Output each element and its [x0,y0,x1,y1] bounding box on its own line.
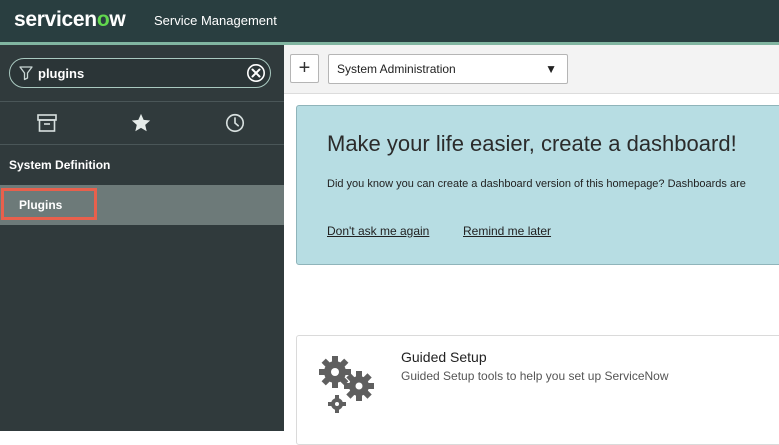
navigator-tabs [0,101,284,145]
tab-history[interactable] [188,102,282,144]
module-plugins[interactable]: Plugins [0,185,284,225]
clear-search-icon[interactable] [246,63,266,83]
banner-text: Did you know you can create a dashboard … [327,178,746,190]
archive-icon [37,114,57,132]
module-plugins-label: Plugins [19,198,63,212]
navigator-search [9,58,271,88]
logo-text-o: o [96,8,110,31]
logo-text-pre: servicen [14,8,97,31]
tab-favorites[interactable] [94,102,188,144]
create-dashboard-banner: Make your life easier, create a dashboar… [296,105,779,265]
dashboard-select[interactable]: System Administration ▼ [328,54,568,84]
add-button[interactable]: + [290,54,319,83]
guided-setup-card[interactable]: Guided Setup Guided Setup tools to help … [296,335,779,445]
banner-title: Make your life easier, create a dashboar… [327,131,737,156]
caret-down-icon: ▼ [545,62,557,76]
dont-ask-again-link[interactable]: Don't ask me again [327,224,429,238]
filter-icon [19,66,33,81]
guided-setup-description: Guided Setup tools to help you set up Se… [401,369,669,383]
history-clock-icon [225,113,245,133]
logo-text-post: w [109,8,126,31]
remind-later-link[interactable]: Remind me later [463,224,551,238]
dashboard-toolbar: + System Administration ▼ [284,45,779,94]
main-content: + System Administration ▼ Make your life… [284,45,779,445]
star-icon [131,113,151,132]
application-navigator: System Definition Plugins [0,45,284,431]
servicenow-logo[interactable]: servicenow [14,8,126,32]
dashboard-select-value: System Administration [337,62,456,76]
product-name: Service Management [154,13,277,28]
application-system-definition[interactable]: System Definition [0,145,284,185]
gears-icon [319,356,374,413]
navigator-filter-input[interactable] [38,63,238,83]
tab-all-applications[interactable] [0,102,94,144]
guided-setup-title: Guided Setup [401,349,487,365]
top-header: servicenow Service Management [0,0,779,45]
